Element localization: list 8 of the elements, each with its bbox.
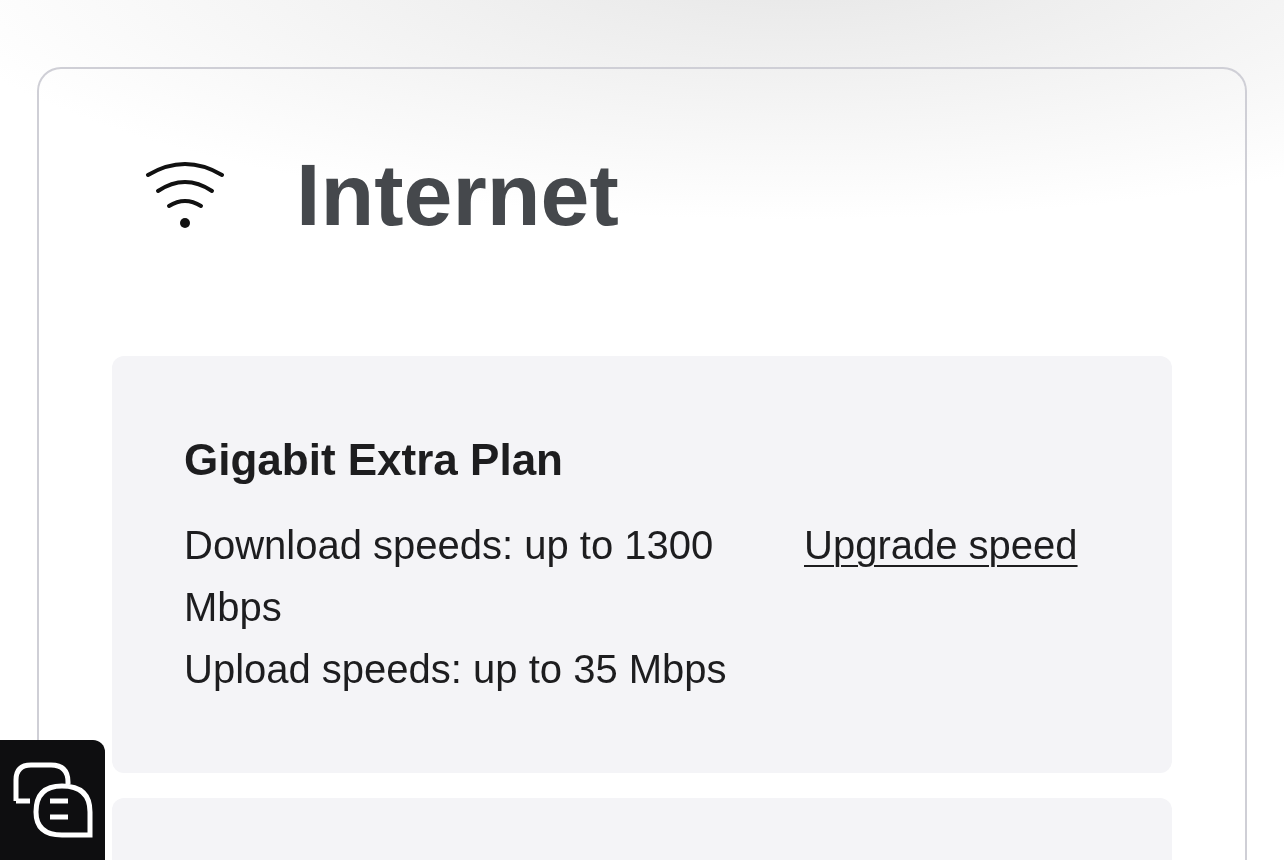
upload-speed-text: Upload speeds: up to 35 Mbps (184, 646, 728, 693)
download-speed-text: Download speeds: up to 1300 Mbps (184, 522, 715, 631)
chat-button[interactable] (0, 740, 105, 860)
plan-name: Gigabit Extra Plan (184, 433, 564, 486)
upgrade-speed-link[interactable]: Upgrade speed (804, 514, 1078, 576)
chat-bubbles-icon (12, 762, 93, 838)
section-title: Internet (296, 147, 619, 244)
wifi-icon (145, 161, 225, 230)
